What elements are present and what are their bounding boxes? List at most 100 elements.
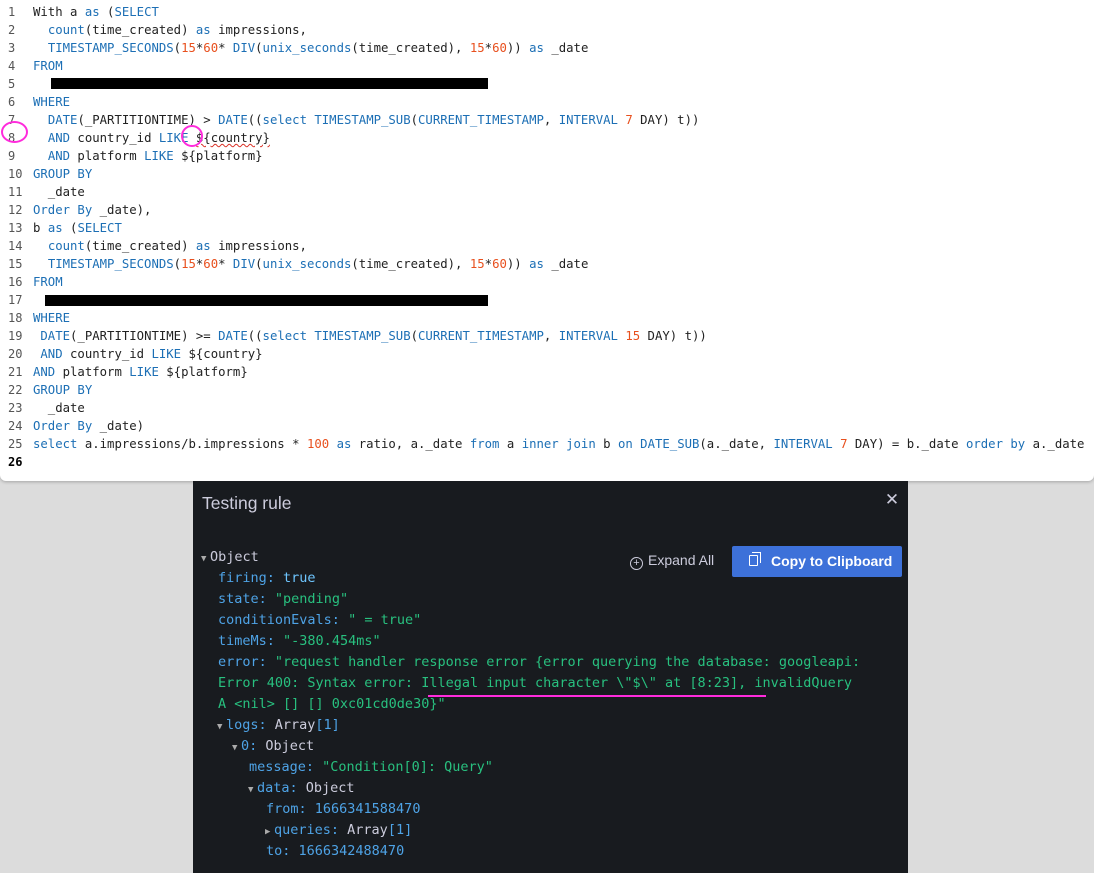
code-token: * bbox=[484, 41, 493, 55]
code-token: 100 bbox=[306, 437, 330, 451]
code-token: TIMESTAMP_SUB bbox=[314, 113, 411, 127]
code-token: as bbox=[47, 221, 63, 235]
code-token: as bbox=[529, 257, 544, 271]
annotation-circle-line-number bbox=[1, 121, 28, 143]
code-token: impressions, bbox=[210, 239, 307, 253]
code-area[interactable]: With a as (SELECT count(time_created) as… bbox=[33, 3, 1094, 471]
json-tree: ▼ Object firing: true state: "pending" co… bbox=[201, 547, 860, 862]
line-number: 3 bbox=[8, 41, 16, 55]
code-line[interactable]: select a.impressions/b.impressions * 100… bbox=[33, 435, 1094, 453]
line-number: 14 bbox=[8, 239, 23, 253]
tree-row: message: "Condition[0]: Query" bbox=[249, 759, 493, 775]
code-line[interactable]: WHERE bbox=[33, 93, 1094, 111]
code-token: country_id bbox=[62, 347, 152, 361]
line-number: 10 bbox=[8, 167, 23, 181]
tree-node-data[interactable]: ▼ data: Object bbox=[201, 778, 860, 799]
line-number: 17 bbox=[8, 293, 23, 307]
code-token: FROM bbox=[33, 59, 63, 73]
code-token: ${platform} bbox=[158, 365, 248, 379]
annotation-circle-dollar bbox=[181, 125, 203, 147]
code-line[interactable]: TIMESTAMP_SECONDS(15*60* DIV(unix_second… bbox=[33, 39, 1094, 57]
code-token: (time_created), bbox=[351, 41, 470, 55]
code-token: DAY) t)) bbox=[640, 329, 707, 343]
tree-node-logs[interactable]: ▼ logs: Array[1] bbox=[201, 715, 860, 736]
line-number: 18 bbox=[8, 311, 23, 325]
code-line[interactable]: count(time_created) as impressions, bbox=[33, 21, 1094, 39]
code-token: (time_created), bbox=[351, 257, 470, 271]
tree-row: from: 1666341588470 bbox=[266, 801, 421, 817]
code-token: TIMESTAMP_SECONDS bbox=[47, 41, 174, 55]
tree-row-error: error: "request handler response error {… bbox=[218, 654, 861, 670]
code-token: WHERE bbox=[33, 311, 71, 325]
tree-row: conditionEvals: " = true" bbox=[218, 612, 422, 628]
line-number: 9 bbox=[8, 149, 16, 163]
code-line[interactable]: FROM bbox=[33, 57, 1094, 75]
line-number: 16 bbox=[8, 275, 23, 289]
code-line[interactable]: GROUP BY bbox=[33, 165, 1094, 183]
code-line[interactable]: _date bbox=[33, 399, 1094, 417]
redacted-table-name bbox=[45, 295, 488, 306]
tree-node-queries[interactable]: ▶ queries: Array[1] bbox=[201, 820, 860, 841]
code-token: b bbox=[595, 437, 618, 451]
code-token: platform bbox=[70, 149, 145, 163]
caret-right-icon[interactable]: ▶ bbox=[265, 822, 274, 843]
code-line[interactable]: FROM bbox=[33, 273, 1094, 291]
code-token: inner join bbox=[521, 437, 596, 451]
code-line[interactable] bbox=[33, 453, 1094, 471]
tree-node-root[interactable]: ▼ Object bbox=[201, 547, 860, 568]
caret-down-icon[interactable]: ▼ bbox=[232, 738, 241, 759]
caret-down-icon[interactable]: ▼ bbox=[217, 717, 226, 738]
code-token: _date bbox=[33, 401, 85, 415]
code-token: _date bbox=[33, 185, 85, 199]
code-token: 15 bbox=[625, 329, 641, 343]
caret-down-icon[interactable]: ▼ bbox=[201, 549, 210, 570]
code-token: (time_created) bbox=[84, 23, 196, 37]
tree-node-log0[interactable]: ▼ 0: Object bbox=[201, 736, 860, 757]
code-line[interactable]: Order By _date) bbox=[33, 417, 1094, 435]
code-line[interactable]: AND platform LIKE ${platform} bbox=[33, 363, 1094, 381]
code-line[interactable]: AND platform LIKE ${platform} bbox=[33, 147, 1094, 165]
code-token: WHERE bbox=[33, 95, 71, 109]
code-token: impressions, bbox=[210, 23, 307, 37]
code-token: SELECT bbox=[77, 221, 122, 235]
code-line[interactable]: With a as (SELECT bbox=[33, 3, 1094, 21]
sql-editor[interactable]: 1 2 3 4 5 6 7 8 9 10 11 12 13 14 15 16 17 18 19 20 21 22 23 24 2… bbox=[0, 0, 1094, 481]
code-token: INTERVAL bbox=[773, 437, 833, 451]
code-token: TIMESTAMP_SECONDS bbox=[47, 257, 174, 271]
code-token: INTERVAL bbox=[558, 113, 618, 127]
code-line[interactable]: WHERE bbox=[33, 309, 1094, 327]
line-number: 2 bbox=[8, 23, 16, 37]
code-token: INTERVAL bbox=[558, 329, 618, 343]
code-line[interactable]: DATE(_PARTITIONTIME) >= DATE((select TIM… bbox=[33, 327, 1094, 345]
code-line[interactable]: GROUP BY bbox=[33, 381, 1094, 399]
code-token: (a._date, bbox=[699, 437, 774, 451]
caret-down-icon[interactable]: ▼ bbox=[248, 780, 257, 801]
code-line[interactable]: count(time_created) as impressions, bbox=[33, 237, 1094, 255]
code-token: from bbox=[469, 437, 500, 451]
code-line[interactable]: TIMESTAMP_SECONDS(15*60* DIV(unix_second… bbox=[33, 255, 1094, 273]
code-token: as bbox=[336, 437, 352, 451]
code-token: as bbox=[195, 23, 211, 37]
code-token: _date), bbox=[92, 203, 152, 217]
code-line[interactable]: Order By _date), bbox=[33, 201, 1094, 219]
code-token: ratio, a._date bbox=[351, 437, 470, 451]
code-line[interactable]: AND country_id LIKE ${country} bbox=[33, 345, 1094, 363]
code-token: select bbox=[262, 113, 307, 127]
code-token: platform bbox=[55, 365, 130, 379]
code-token: _date bbox=[543, 41, 589, 55]
code-token: select bbox=[33, 437, 78, 451]
line-number: 1 bbox=[8, 5, 16, 19]
code-token: DIV bbox=[232, 257, 256, 271]
close-icon[interactable]: ✕ bbox=[882, 490, 902, 510]
line-number-gutter: 1 2 3 4 5 6 7 8 9 10 11 12 13 14 15 16 17 18 19 20 21 22 23 24 2… bbox=[0, 3, 30, 471]
code-token: count bbox=[47, 239, 85, 253]
code-token: CURRENT_TIMESTAMP bbox=[418, 113, 544, 127]
code-token: DAY) = b._date bbox=[847, 437, 966, 451]
code-line[interactable]: _date bbox=[33, 183, 1094, 201]
code-token: AND bbox=[47, 131, 71, 145]
code-line[interactable]: b as (SELECT bbox=[33, 219, 1094, 237]
